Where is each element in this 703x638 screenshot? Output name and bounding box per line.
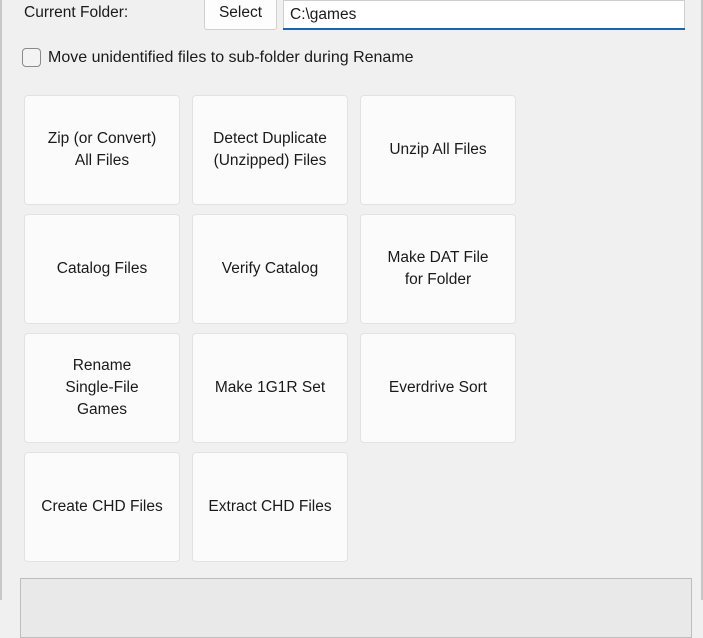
- move-unidentified-checkbox[interactable]: [22, 48, 41, 67]
- folder-path-input[interactable]: [283, 0, 685, 28]
- make-1g1r-set-button[interactable]: Make 1G1R Set: [192, 333, 348, 443]
- unzip-all-files-button[interactable]: Unzip All Files: [360, 95, 516, 205]
- everdrive-sort-button[interactable]: Everdrive Sort: [360, 333, 516, 443]
- action-button-grid: Zip (or Convert) All Files Detect Duplic…: [24, 95, 544, 571]
- catalog-files-button[interactable]: Catalog Files: [24, 214, 180, 324]
- rename-single-file-games-button[interactable]: Rename Single-File Games: [24, 333, 180, 443]
- detect-duplicate-unzipped-files-button[interactable]: Detect Duplicate (Unzipped) Files: [192, 95, 348, 205]
- zip-or-convert-all-files-button[interactable]: Zip (or Convert) All Files: [24, 95, 180, 205]
- app-window: Current Folder: Select Move unidentified…: [0, 0, 703, 638]
- move-unidentified-label: Move unidentified files to sub-folder du…: [48, 49, 414, 66]
- action-row-3: Rename Single-File Games Make 1G1R Set E…: [24, 333, 544, 443]
- verify-catalog-button[interactable]: Verify Catalog: [192, 214, 348, 324]
- current-folder-row: Current Folder: Select: [2, 0, 703, 34]
- action-row-4: Create CHD Files Extract CHD Files: [24, 452, 544, 562]
- create-chd-files-button[interactable]: Create CHD Files: [24, 452, 180, 562]
- folder-path-focus-underline: [283, 28, 685, 30]
- select-folder-button[interactable]: Select: [204, 0, 277, 30]
- action-row-2: Catalog Files Verify Catalog Make DAT Fi…: [24, 214, 544, 324]
- extract-chd-files-button[interactable]: Extract CHD Files: [192, 452, 348, 562]
- folder-path-field-wrap: [283, 0, 685, 31]
- current-folder-label: Current Folder:: [24, 4, 129, 21]
- output-log-panel[interactable]: [20, 578, 692, 638]
- action-row-1: Zip (or Convert) All Files Detect Duplic…: [24, 95, 544, 205]
- make-dat-file-for-folder-button[interactable]: Make DAT File for Folder: [360, 214, 516, 324]
